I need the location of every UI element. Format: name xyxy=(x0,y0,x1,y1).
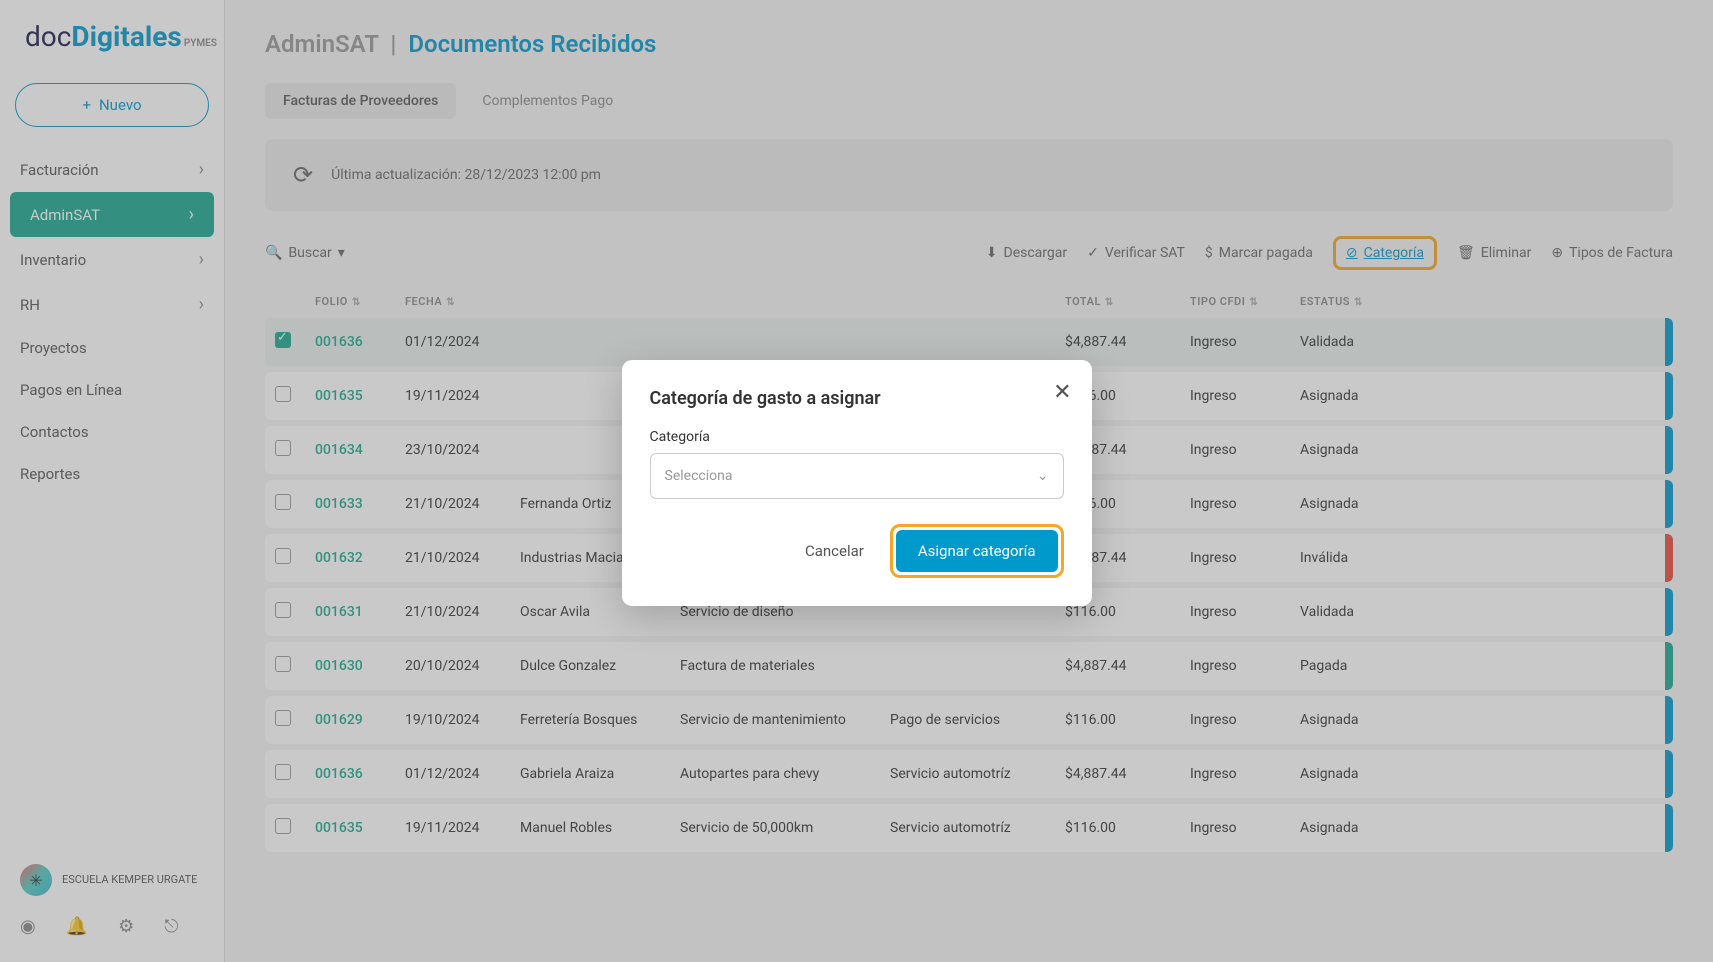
category-modal: Categoría de gasto a asignar ✕ Categoría… xyxy=(622,360,1092,606)
modal-title: Categoría de gasto a asignar xyxy=(650,388,1064,409)
close-icon[interactable]: ✕ xyxy=(1053,380,1071,405)
chevron-down-icon: ⌄ xyxy=(1037,468,1049,484)
cancel-button[interactable]: Cancelar xyxy=(789,532,880,570)
assign-button-highlight: Asignar categoría xyxy=(890,524,1064,578)
category-label: Categoría xyxy=(650,429,1064,445)
category-select[interactable]: Selecciona ⌄ xyxy=(650,453,1064,499)
assign-category-button[interactable]: Asignar categoría xyxy=(896,530,1058,572)
